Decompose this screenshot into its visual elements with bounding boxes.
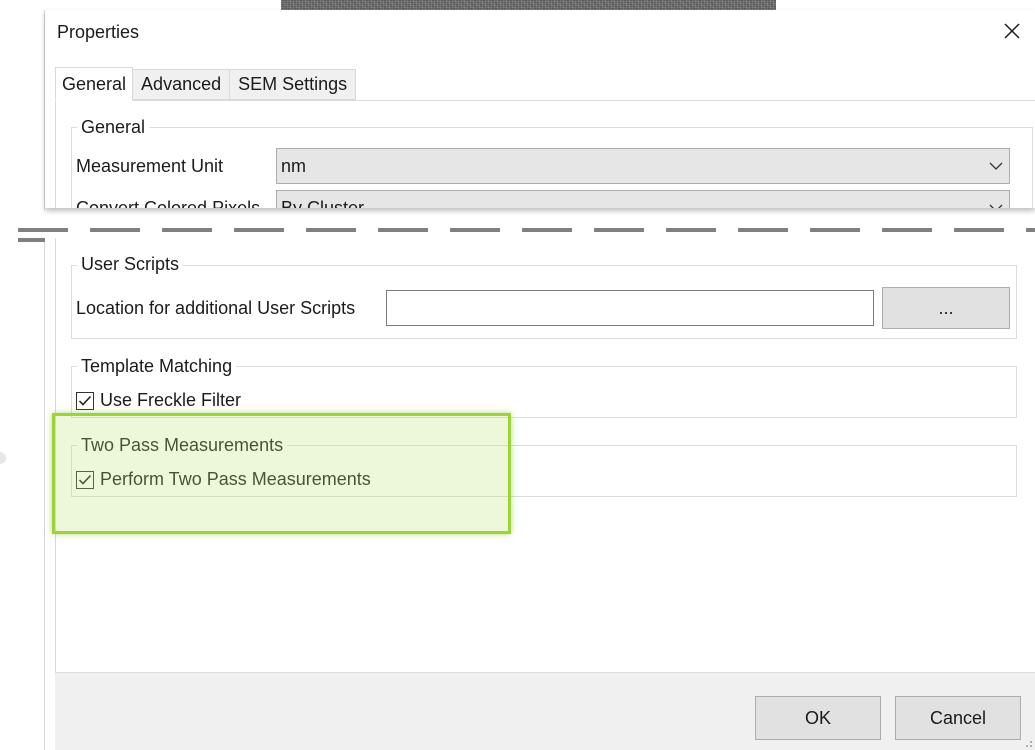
chevron-down-icon [989,162,1003,170]
freckle-filter-label: Use Freckle Filter [100,390,242,410]
cancel-button[interactable]: Cancel [895,696,1021,740]
freckle-filter-checkbox[interactable] [76,391,94,410]
dialog-title: Properties [57,22,140,42]
tab-sem-settings[interactable]: SEM Settings [230,69,357,100]
measurement-unit-dropdown[interactable]: nm [276,148,1010,184]
resize-grip-icon[interactable] [1021,736,1033,748]
measurement-unit-value: nm [281,155,307,176]
measurement-unit-label: Measurement Unit [76,156,224,176]
tab-general[interactable]: General [55,67,134,101]
user-scripts-location-input[interactable] [386,290,874,326]
two-pass-checkbox-row[interactable]: Perform Two Pass Measurements [76,469,371,490]
general-group-legend: General [77,117,150,138]
convert-pixels-dropdown[interactable]: By Cluster [276,190,1010,208]
ok-button[interactable]: OK [755,696,881,740]
screenshot-stage: Properties General Advanced SEM Settings… [0,0,1035,750]
properties-dialog-top: Properties General Advanced SEM Settings… [45,10,1035,208]
freckle-filter-checkbox-row[interactable]: Use Freckle Filter [76,390,241,411]
two-pass-label: Perform Two Pass Measurements [100,469,371,489]
tab-advanced[interactable]: Advanced [133,69,231,100]
dialog-footer [55,672,1035,750]
check-icon [78,395,92,406]
properties-dialog-bottom: User Scripts Location for additional Use… [45,238,1035,750]
convert-pixels-value: By Cluster [281,197,365,209]
browse-button[interactable]: ... [882,287,1010,329]
two-pass-legend: Two Pass Measurements [77,435,288,456]
close-icon [1004,23,1020,39]
user-scripts-legend: User Scripts [77,254,184,275]
two-pass-checkbox[interactable] [76,470,94,489]
background-handle [0,452,6,464]
template-matching-legend: Template Matching [77,356,237,377]
close-button[interactable] [997,16,1027,46]
tab-strip: General Advanced SEM Settings [55,67,357,101]
convert-pixels-label: Convert Colored Pixels [76,198,261,208]
check-icon [78,474,92,485]
user-scripts-location-label: Location for additional User Scripts [76,298,356,318]
chevron-down-icon [989,204,1003,208]
